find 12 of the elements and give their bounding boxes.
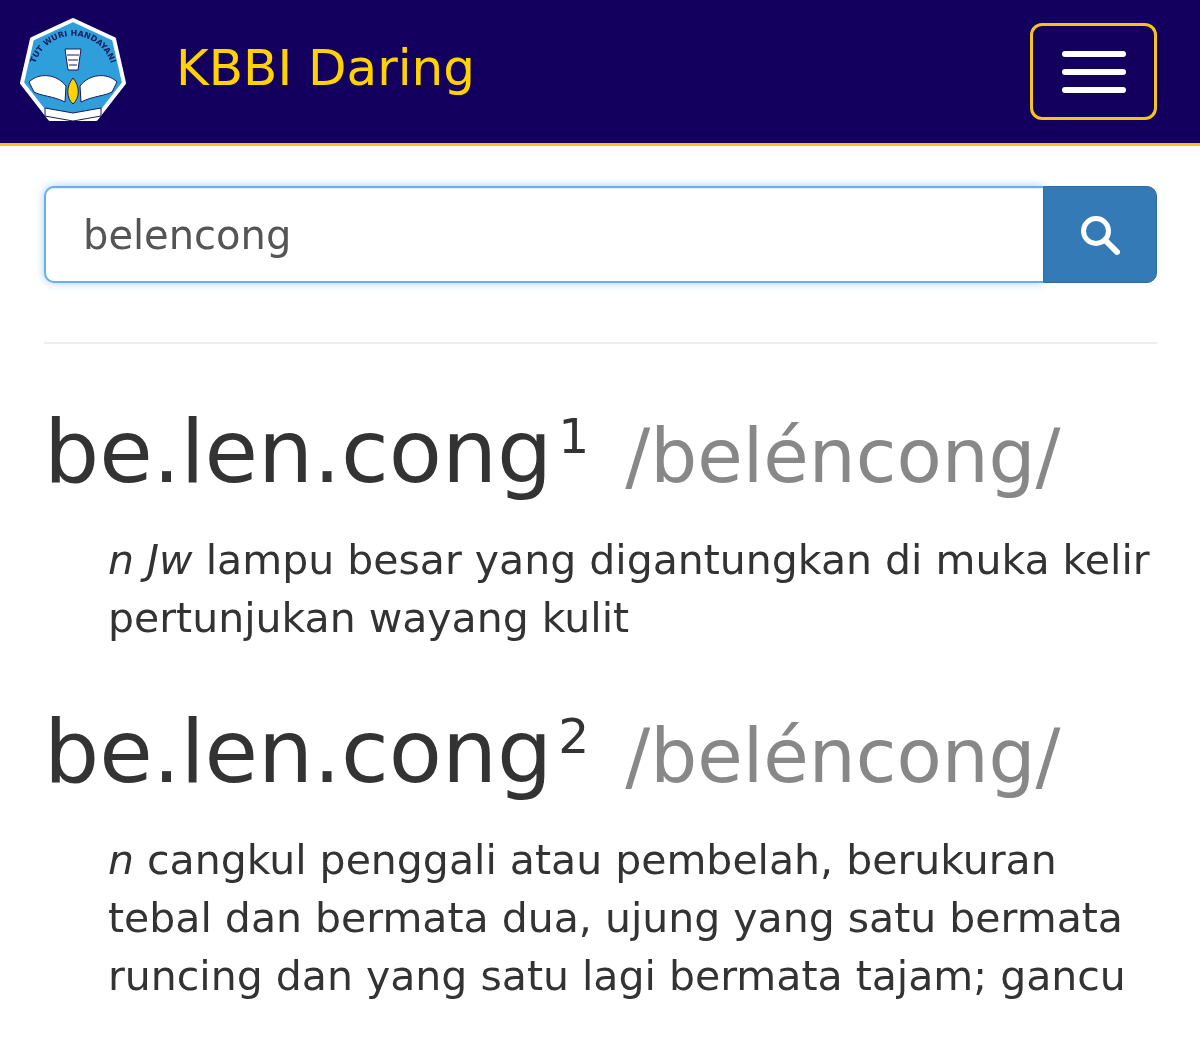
search-button[interactable] — [1043, 186, 1157, 283]
definition: n cangkul penggali atau pembelah, berukuran tebal dan bermata dua, ujung yang satu bermata runcing dan yang satu lagi bermata tajam; gancu — [107, 835, 1127, 1002]
headword: be.len.cong$^{1}$ — [44, 402, 590, 502]
menu-icon — [1061, 50, 1126, 93]
menu-button[interactable] — [1030, 23, 1157, 120]
site-title[interactable]: KBBI Daring — [176, 39, 476, 97]
pronunciation: /beléncong/ — [625, 712, 1061, 801]
search-icon — [1080, 214, 1120, 255]
headword: be.len.cong$^{2}$ — [44, 702, 590, 802]
pronunciation: /beléncong/ — [625, 412, 1061, 501]
search-field[interactable]: belencong — [44, 186, 1043, 283]
definition: n Jw lampu besar yang digantungkan di muka kelir pertunjukan wayang kulit — [107, 535, 1151, 644]
